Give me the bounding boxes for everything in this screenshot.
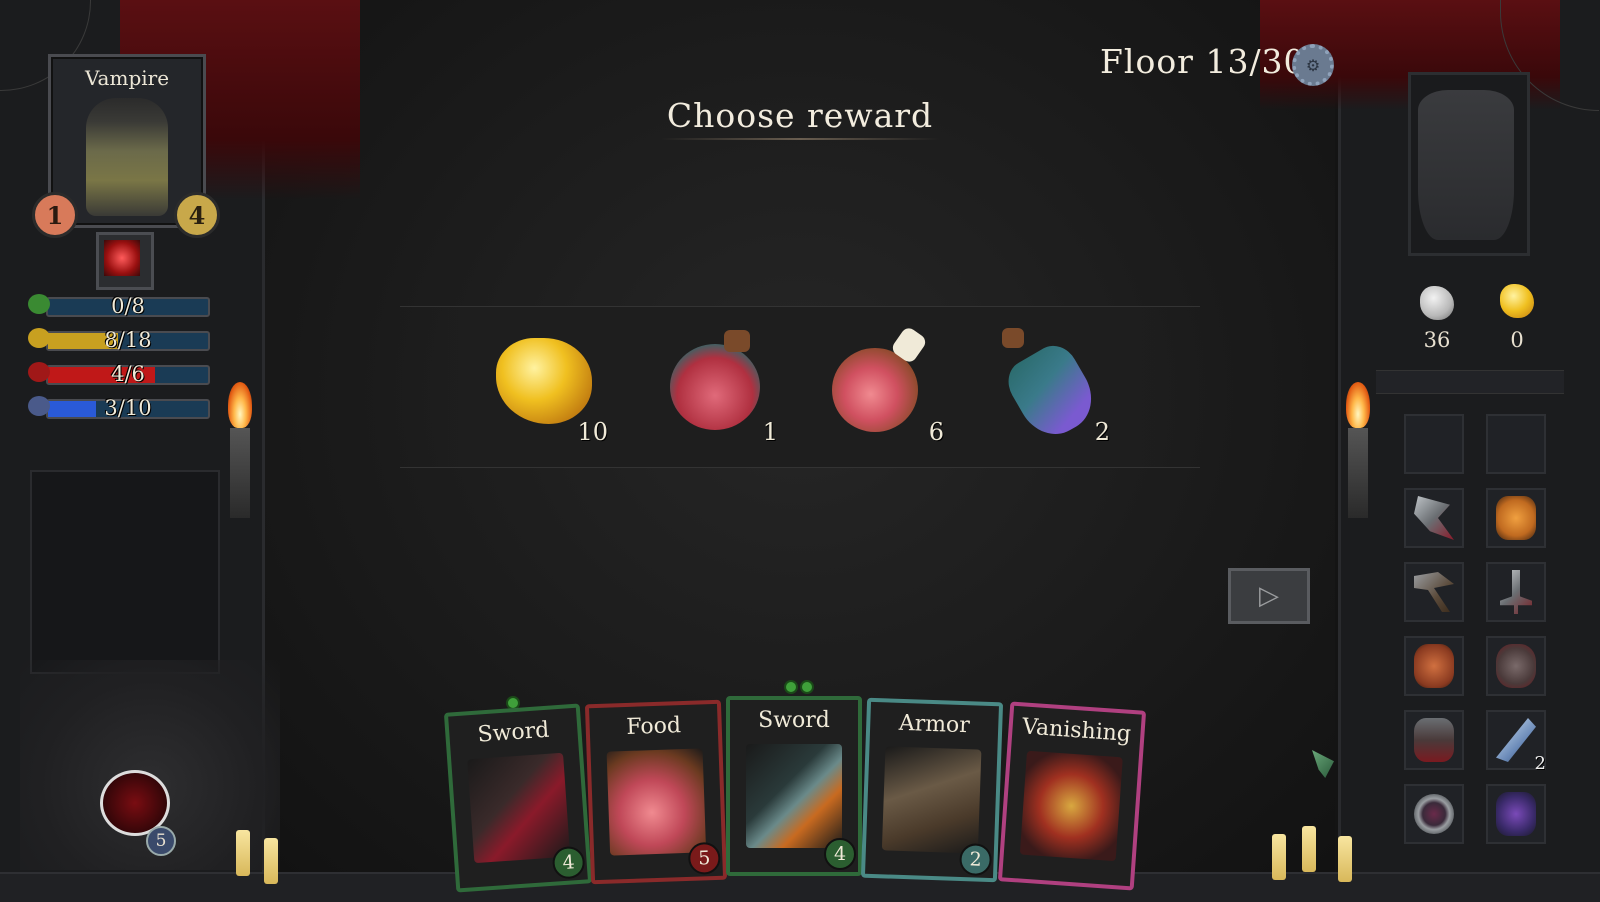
- reward-count: 1: [762, 418, 778, 446]
- claw-icon: [1414, 644, 1454, 688]
- gargoyle-count: 5: [155, 831, 167, 851]
- torch-flame-left: [228, 382, 252, 428]
- eye-ring-icon: [1414, 794, 1454, 834]
- reward-meat-leg[interactable]: 6: [826, 325, 944, 446]
- stat-bar-mana: 3/10: [28, 394, 210, 420]
- stat-bar-clover: 0/8: [28, 292, 210, 318]
- candle: [1302, 826, 1316, 872]
- card-cost: 2: [959, 843, 993, 877]
- inventory-slot[interactable]: [1404, 488, 1464, 548]
- inventory-slot[interactable]: [1404, 562, 1464, 622]
- card-charge-dot: [784, 680, 798, 694]
- stat-bar-gold: 8/18: [28, 326, 210, 352]
- inventory-slot[interactable]: [1486, 636, 1546, 696]
- attack-badge: 1: [32, 192, 78, 238]
- barrel-icon: [1414, 718, 1454, 762]
- card-cost: 4: [551, 845, 586, 880]
- torch-right: [1348, 428, 1368, 518]
- steel-sword-art: [746, 744, 842, 848]
- health-potion-icon: [670, 344, 760, 430]
- battle-axe-icon: [1414, 496, 1454, 540]
- gargoyle-count-badge: 5: [146, 826, 176, 856]
- character-name: Vampire: [84, 66, 170, 90]
- vampire-face: [86, 98, 168, 216]
- mana-potion-icon: [999, 337, 1105, 447]
- card-sword-2[interactable]: Sword 4: [726, 696, 862, 876]
- lantern-icon: [1496, 644, 1536, 688]
- silver-count: 36: [1423, 328, 1451, 352]
- torch-flame-right: [1346, 382, 1370, 428]
- card-title: Food: [625, 713, 682, 740]
- silver-ore-icon: [1420, 286, 1454, 320]
- left-info-box: [30, 470, 220, 674]
- floor-indicator: Floor 13/30: [1100, 42, 1306, 81]
- play-arrow-icon: ▷: [1259, 581, 1279, 611]
- blood-claw-icon: [104, 240, 140, 276]
- reward-count: 6: [928, 418, 944, 446]
- reward-title: Choose reward: [666, 96, 934, 135]
- vanishing-art: [1019, 750, 1123, 862]
- candle: [1338, 836, 1352, 882]
- candle: [1272, 834, 1286, 880]
- reward-count: 2: [1094, 418, 1110, 446]
- panel-divider: [1376, 370, 1564, 394]
- candle: [236, 830, 250, 876]
- gold-value: 8/18: [104, 328, 152, 352]
- urn-icon: [1418, 90, 1514, 240]
- potion-cork: [1002, 328, 1024, 348]
- inventory-count: 2: [1534, 753, 1546, 774]
- gold-nugget-icon: [496, 338, 592, 424]
- card-title: Sword: [476, 717, 551, 748]
- inventory-slot[interactable]: [1404, 710, 1464, 770]
- reward-mana-potion[interactable]: 2: [992, 326, 1110, 447]
- gear-icon[interactable]: ⚙: [1292, 44, 1334, 86]
- armor-art: [881, 746, 982, 854]
- card-cost: 5: [687, 841, 721, 875]
- stat-bar-health: 4/6: [28, 360, 210, 386]
- card-cost: 4: [824, 838, 856, 870]
- meat-art: [606, 748, 707, 856]
- candle: [264, 838, 278, 884]
- attack-value: 1: [46, 200, 64, 230]
- reward-gold-nugget[interactable]: 10: [490, 326, 608, 446]
- dagger-icon: [1500, 570, 1532, 614]
- inventory-slot[interactable]: 2: [1486, 710, 1546, 774]
- title-divider: [660, 138, 940, 140]
- card-sword-1[interactable]: Sword 4: [443, 703, 593, 893]
- card-title: Vanishing: [1021, 714, 1132, 747]
- inventory-slot[interactable]: [1486, 562, 1546, 622]
- defense-badge: 4: [174, 192, 220, 238]
- potion-cork: [724, 330, 750, 352]
- pickaxe-icon: [1414, 572, 1454, 612]
- gold-ore-icon: [1500, 284, 1534, 318]
- card-title: Sword: [758, 708, 830, 733]
- card-vanishing[interactable]: Vanishing: [997, 701, 1147, 891]
- bottom-bar: [0, 872, 1600, 902]
- feather-icon: [1496, 718, 1536, 762]
- reward-count: 10: [577, 418, 608, 446]
- card-armor[interactable]: Armor 2: [860, 697, 1004, 883]
- mana-value: 3/10: [104, 396, 152, 420]
- card-food[interactable]: Food 5: [584, 699, 728, 885]
- tentacle-icon: [1496, 496, 1536, 540]
- inventory-slot[interactable]: [1486, 488, 1546, 548]
- shadow-icon: [1496, 792, 1536, 836]
- clover-value: 0/8: [111, 294, 145, 318]
- crimson-sword-art: [467, 752, 571, 864]
- inventory-slot[interactable]: [1486, 784, 1546, 844]
- card-charge-dot: [800, 680, 814, 694]
- continue-button[interactable]: ▷: [1228, 568, 1310, 624]
- gold-ore-count: 0: [1510, 328, 1524, 352]
- reward-health-potion[interactable]: 1: [660, 326, 778, 446]
- card-title: Armor: [898, 710, 971, 739]
- inventory-slot[interactable]: [1404, 784, 1464, 844]
- defense-value: 4: [188, 200, 206, 230]
- torch-left: [230, 428, 250, 518]
- inventory-slot[interactable]: [1486, 414, 1546, 474]
- inventory-slot[interactable]: [1404, 636, 1464, 696]
- health-value: 4/6: [111, 362, 145, 386]
- inventory-slot[interactable]: [1404, 414, 1464, 474]
